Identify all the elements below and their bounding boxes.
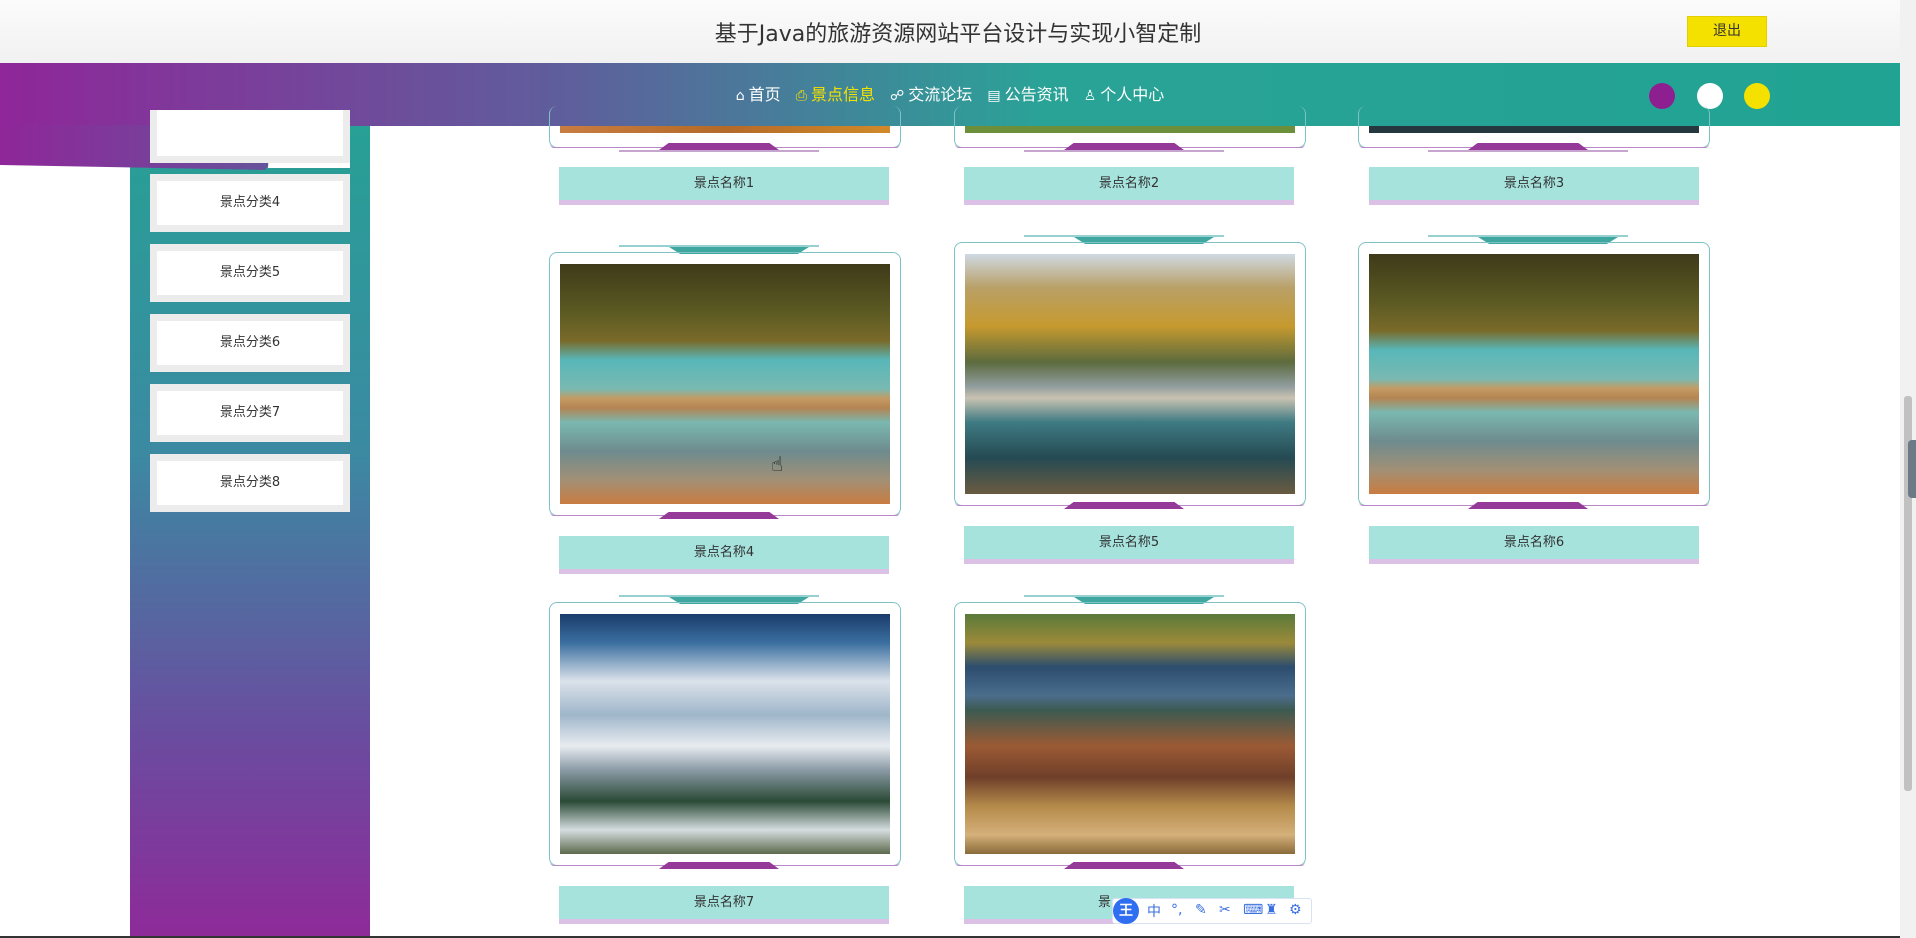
nav-scenic-info[interactable]: ⎙ 景点信息 bbox=[796, 81, 875, 105]
spot-name-button[interactable]: 景点名称2 bbox=[964, 167, 1294, 205]
spot-photo[interactable] bbox=[965, 614, 1295, 854]
spot-name-button[interactable]: 景点名称5 bbox=[964, 526, 1294, 564]
category-item[interactable]: 景点分类8 bbox=[150, 454, 350, 512]
shirt-icon[interactable]: ♜ bbox=[1265, 902, 1278, 918]
scissors-icon[interactable]: ✂ bbox=[1219, 902, 1231, 918]
nav-forum[interactable]: ☍ 交流论坛 bbox=[890, 81, 972, 105]
mouse-cursor-icon: ☝ bbox=[771, 452, 784, 476]
spot-name-button[interactable]: 景点名称3 bbox=[1369, 167, 1699, 205]
site-title: 基于Java的旅游资源网站平台设计与实现小智定制 bbox=[714, 22, 1202, 47]
nav-home[interactable]: ⌂ 首页 bbox=[736, 81, 781, 105]
category-item[interactable]: 景点分类6 bbox=[150, 314, 350, 372]
logout-button[interactable]: 退出 bbox=[1687, 16, 1767, 47]
settings-icon[interactable]: ⚙ bbox=[1289, 902, 1302, 918]
spot-photo[interactable] bbox=[965, 254, 1295, 494]
nav-user-center[interactable]: ♙ 个人中心 bbox=[1084, 81, 1165, 105]
category-item[interactable]: 景点分类5 bbox=[150, 244, 350, 302]
user-icon: ♙ bbox=[1083, 88, 1097, 104]
top-header: 基于Java的旅游资源网站平台设计与实现小智定制 退出 bbox=[0, 0, 1916, 63]
spot-photo[interactable] bbox=[560, 614, 890, 854]
keyboard-icon[interactable]: ⌨ bbox=[1243, 902, 1263, 918]
forum-icon: ☍ bbox=[890, 88, 905, 104]
spot-photo[interactable] bbox=[560, 264, 890, 504]
punctuation-icon[interactable]: °, bbox=[1171, 902, 1182, 918]
category-item[interactable]: 景点分类7 bbox=[150, 384, 350, 442]
spot-name-button[interactable]: 景点名称4 bbox=[559, 536, 889, 574]
spot-photo[interactable] bbox=[560, 126, 890, 133]
spot-photo[interactable] bbox=[1369, 126, 1699, 133]
ime-mode-toggle[interactable]: 中 bbox=[1147, 901, 1161, 921]
nav-announcements[interactable]: ▤ 公告资讯 bbox=[987, 81, 1068, 105]
printer-icon: ⎙ bbox=[795, 88, 807, 104]
pen-icon[interactable]: ✎ bbox=[1195, 902, 1207, 918]
ime-logo-icon: 王 bbox=[1113, 898, 1139, 924]
home-icon: ⌂ bbox=[735, 88, 745, 104]
side-float-tab[interactable] bbox=[1908, 440, 1916, 498]
category-item-partial[interactable] bbox=[150, 110, 350, 163]
ime-toolbar[interactable]: 王 中 °, ✎ ✂ ⌨ ♜ ⚙ bbox=[1112, 898, 1312, 924]
spot-photo[interactable] bbox=[965, 126, 1295, 133]
clipboard-icon: ▤ bbox=[987, 88, 1001, 104]
theme-dot-yellow[interactable] bbox=[1744, 83, 1770, 109]
spot-photo[interactable] bbox=[1369, 254, 1699, 494]
spot-name-button[interactable]: 景点名称6 bbox=[1369, 526, 1699, 564]
category-item[interactable]: 景点分类4 bbox=[150, 174, 350, 232]
spot-name-button[interactable]: 景点名称7 bbox=[559, 886, 889, 924]
spot-name-button[interactable]: 景点名称1 bbox=[559, 167, 889, 205]
